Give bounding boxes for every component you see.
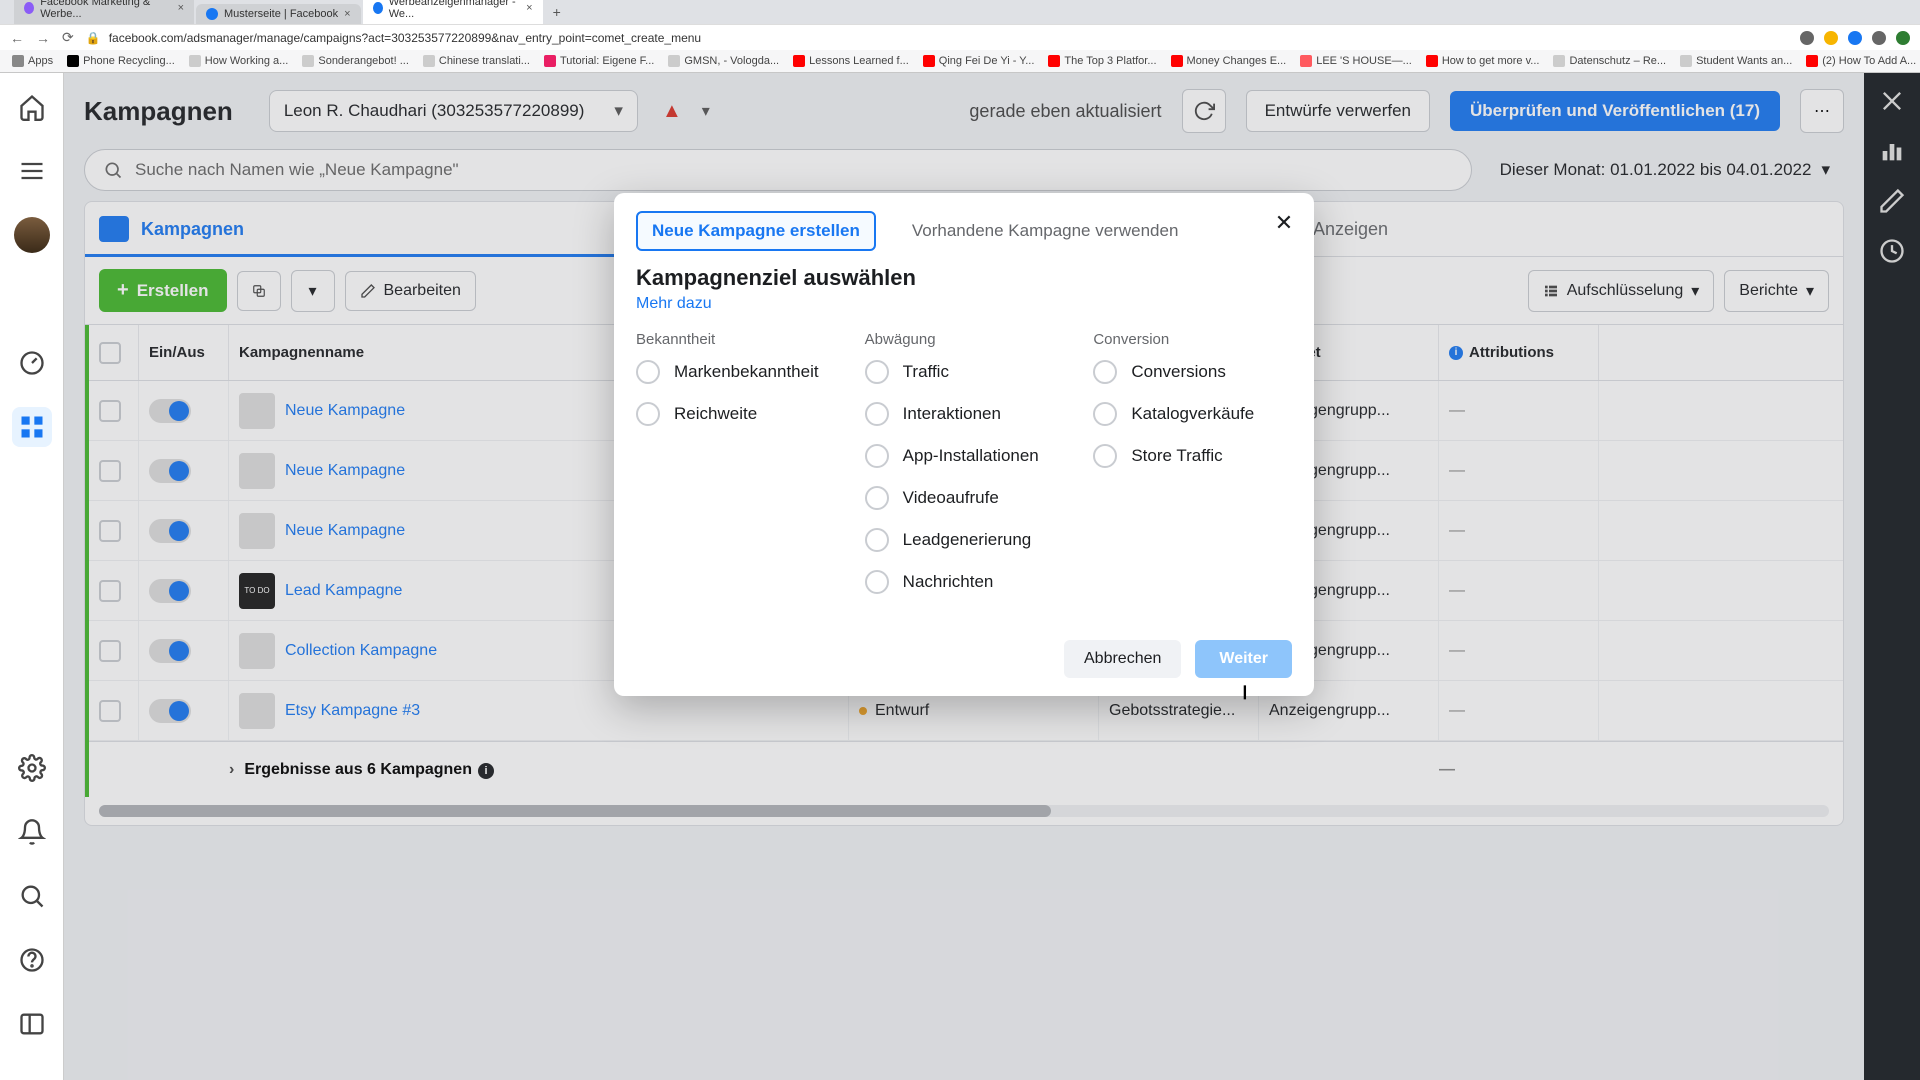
history-icon[interactable] [1878, 237, 1906, 265]
bookmark[interactable]: How Working a... [189, 55, 289, 67]
bookmarks-bar: Apps Phone Recycling... How Working a...… [0, 50, 1920, 72]
browser-tab[interactable]: Facebook Marketing & Werbe...× [14, 0, 194, 24]
radio[interactable] [636, 360, 660, 384]
fb-ext-icon[interactable] [1848, 31, 1862, 45]
grid-icon[interactable] [12, 407, 52, 447]
gauge-icon[interactable] [12, 343, 52, 383]
objective-option[interactable]: Traffic [865, 360, 1064, 384]
bookmark[interactable]: Student Wants an... [1680, 55, 1792, 67]
objective-option[interactable]: App-Installationen [865, 444, 1064, 468]
create-campaign-dialog: ✕ Neue Kampagne erstellen Vorhandene Kam… [614, 193, 1314, 696]
objective-option[interactable]: Videoaufrufe [865, 486, 1064, 510]
bookmark[interactable]: Tutorial: Eigene F... [544, 55, 654, 67]
radio[interactable] [865, 444, 889, 468]
bookmark[interactable]: Money Changes E... [1171, 55, 1287, 67]
dialog-title: Kampagnenziel auswählen [636, 265, 1292, 291]
dialog-footer: Abbrechen Weiter [636, 640, 1292, 678]
objective-option[interactable]: Reichweite [636, 402, 835, 426]
close-icon[interactable]: × [178, 2, 184, 14]
avatar[interactable] [12, 215, 52, 255]
radio[interactable] [1093, 360, 1117, 384]
objective-option[interactable]: Leadgenerierung [865, 528, 1064, 552]
menu-icon[interactable] [12, 151, 52, 191]
bookmark[interactable]: Chinese translati... [423, 55, 530, 67]
edit-icon[interactable] [1878, 187, 1906, 215]
radio[interactable] [636, 402, 660, 426]
bookmark[interactable]: (2) How To Add A... [1806, 55, 1916, 67]
radio[interactable] [865, 486, 889, 510]
help-icon[interactable] [12, 940, 52, 980]
bookmark[interactable]: Qing Fei De Yi - Y... [923, 55, 1035, 67]
bookmark[interactable]: Lessons Learned f... [793, 55, 909, 67]
bookmark[interactable]: Phone Recycling... [67, 55, 175, 67]
cursor-icon: ❙ [1239, 683, 1251, 700]
close-icon[interactable]: × [526, 2, 532, 14]
col-title: Conversion [1093, 331, 1292, 348]
chart-icon[interactable] [1878, 137, 1906, 165]
forward-icon[interactable]: → [36, 30, 50, 46]
left-rail [0, 73, 64, 1080]
bookmark[interactable]: Datenschutz – Re... [1553, 55, 1666, 67]
ext-icon[interactable] [1872, 31, 1886, 45]
new-tab-button[interactable]: + [545, 0, 569, 24]
radio[interactable] [865, 528, 889, 552]
col-conversion: Conversion Conversions Katalogverkäufe S… [1093, 331, 1292, 612]
objective-option[interactable]: Interaktionen [865, 402, 1064, 426]
bookmark[interactable]: Sonderangebot! ... [302, 55, 409, 67]
tab-strip: Facebook Marketing & Werbe...× Mustersei… [0, 0, 1920, 24]
profile-icon[interactable] [1896, 31, 1910, 45]
objective-option[interactable]: Markenbekanntheit [636, 360, 835, 384]
dialog-tabs: Neue Kampagne erstellen Vorhandene Kampa… [636, 211, 1292, 251]
objective-option[interactable]: Katalogverkäufe [1093, 402, 1292, 426]
col-title: Bekanntheit [636, 331, 835, 348]
col-title: Abwägung [865, 331, 1064, 348]
home-icon[interactable] [12, 87, 52, 127]
objective-option[interactable]: Store Traffic [1093, 444, 1292, 468]
zoom-icon[interactable] [1800, 31, 1814, 45]
learn-more-link[interactable]: Mehr dazu [636, 295, 712, 313]
search-icon[interactable] [12, 876, 52, 916]
close-icon[interactable]: × [344, 8, 350, 20]
browser-chrome: Facebook Marketing & Werbe...× Mustersei… [0, 0, 1920, 73]
tab-new-campaign[interactable]: Neue Kampagne erstellen [636, 211, 876, 251]
bell-icon[interactable] [12, 812, 52, 852]
bookmark[interactable]: GMSN, - Vologda... [668, 55, 779, 67]
cancel-button[interactable]: Abbrechen [1064, 640, 1181, 678]
right-rail [1864, 73, 1920, 1080]
radio[interactable] [865, 360, 889, 384]
radio[interactable] [865, 402, 889, 426]
back-icon[interactable]: ← [10, 30, 24, 46]
browser-tab[interactable]: Musterseite | Facebook× [196, 4, 361, 24]
lock-icon: 🔒 [86, 31, 101, 45]
objective-option[interactable]: Nachrichten [865, 570, 1064, 594]
star-icon[interactable] [1824, 31, 1838, 45]
address-bar[interactable]: 🔒facebook.com/adsmanager/manage/campaign… [86, 31, 1788, 45]
next-button[interactable]: Weiter [1195, 640, 1292, 678]
radio[interactable] [1093, 444, 1117, 468]
bookmark[interactable]: Apps [12, 55, 53, 67]
browser-tab[interactable]: Werbeanzeigenmanager - We...× [363, 0, 543, 24]
bookmark[interactable]: LEE 'S HOUSE—... [1300, 55, 1412, 67]
gear-icon[interactable] [12, 748, 52, 788]
objective-columns: Bekanntheit Markenbekanntheit Reichweite… [636, 331, 1292, 612]
reload-icon[interactable]: ⟳ [62, 29, 74, 46]
col-consideration: Abwägung Traffic Interaktionen App-Insta… [865, 331, 1064, 612]
tab-existing-campaign[interactable]: Vorhandene Kampagne verwenden [898, 213, 1193, 249]
col-awareness: Bekanntheit Markenbekanntheit Reichweite [636, 331, 835, 612]
radio[interactable] [865, 570, 889, 594]
address-bar-row: ← → ⟳ 🔒facebook.com/adsmanager/manage/ca… [0, 24, 1920, 50]
chrome-actions [1800, 31, 1910, 45]
bookmark[interactable]: The Top 3 Platfor... [1048, 55, 1156, 67]
objective-option[interactable]: Conversions [1093, 360, 1292, 384]
radio[interactable] [1093, 402, 1117, 426]
modal-overlay[interactable]: ✕ Neue Kampagne erstellen Vorhandene Kam… [64, 73, 1864, 1080]
bookmark[interactable]: How to get more v... [1426, 55, 1540, 67]
close-panel-icon[interactable] [1878, 87, 1906, 115]
close-button[interactable]: ✕ [1268, 207, 1300, 239]
collapse-icon[interactable] [12, 1004, 52, 1044]
